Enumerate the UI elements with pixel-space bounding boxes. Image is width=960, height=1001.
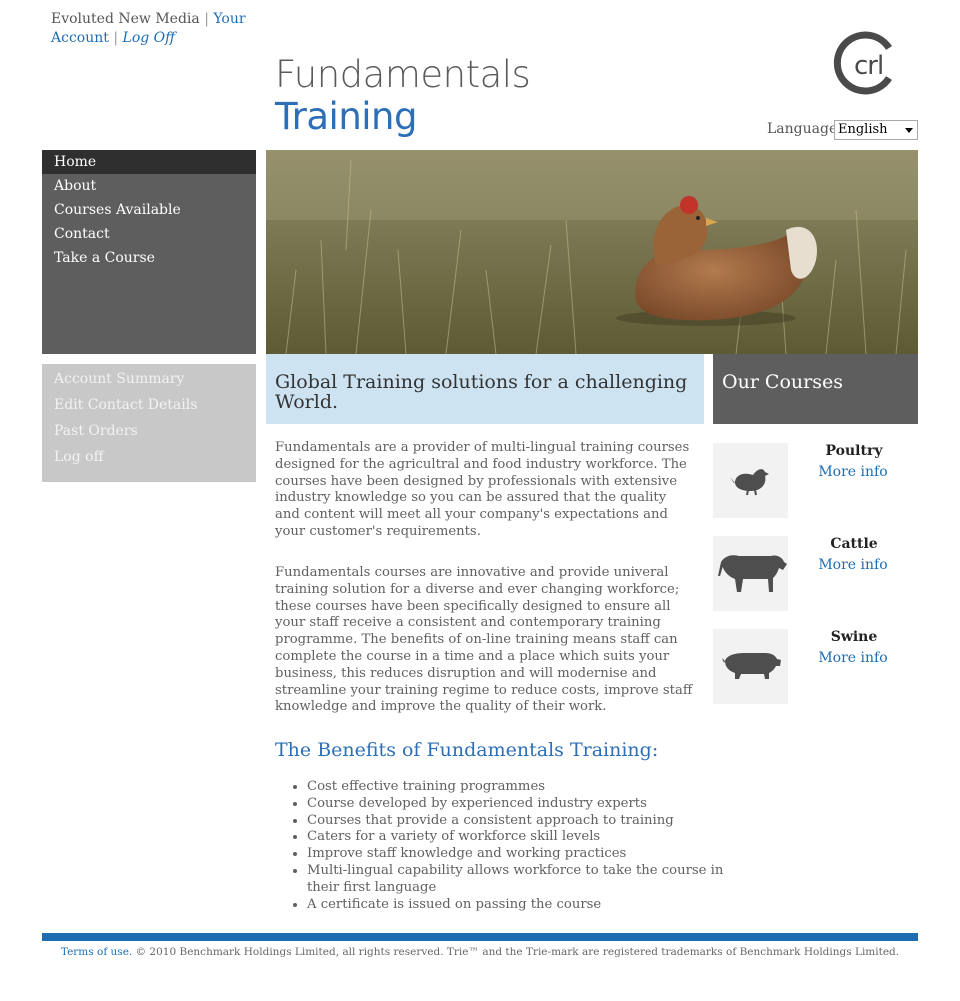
nav-item-about[interactable]: About bbox=[42, 174, 256, 198]
site-name: Evoluted New Media bbox=[51, 11, 200, 27]
crl-logo[interactable]: crl bbox=[833, 30, 899, 96]
course-name-swine: Swine bbox=[830, 629, 878, 645]
account-item-past-orders[interactable]: Past Orders bbox=[42, 418, 256, 444]
list-item: Caters for a variety of workforce skill … bbox=[307, 829, 737, 846]
intro-paragraph: Fundamentals are a provider of multi-lin… bbox=[275, 440, 690, 539]
account-item-log-off[interactable]: Log off bbox=[42, 444, 256, 470]
logo-text: crl bbox=[854, 51, 883, 81]
nav-item-take-a-course[interactable]: Take a Course bbox=[42, 246, 256, 270]
swine-thumbnail[interactable] bbox=[713, 629, 788, 704]
hero-image bbox=[266, 150, 918, 354]
more-info-link-poultry[interactable]: More info bbox=[790, 464, 916, 480]
cattle-thumbnail[interactable] bbox=[713, 536, 788, 611]
more-info-link-cattle[interactable]: More info bbox=[790, 557, 916, 573]
nav-item-home[interactable]: Home bbox=[42, 150, 256, 174]
main-nav: Home About Courses Available Contact Tak… bbox=[42, 150, 256, 354]
user-bar: Evoluted New Media | Your Account | Log … bbox=[51, 10, 251, 48]
our-courses-title: Our Courses bbox=[722, 371, 843, 393]
detail-paragraph: Fundamentals courses are innovative and … bbox=[275, 565, 693, 715]
separator: | bbox=[113, 30, 119, 46]
poultry-thumbnail[interactable] bbox=[713, 443, 788, 518]
copyright-text: © 2010 Benchmark Holdings Limited, all r… bbox=[135, 946, 900, 958]
benefits-heading: The Benefits of Fundamentals Training: bbox=[275, 739, 659, 761]
headline-box: Global Training solutions for a challeng… bbox=[266, 354, 704, 424]
terms-of-use-link[interactable]: Terms of use. bbox=[61, 946, 132, 958]
footer: Terms of use. © 2010 Benchmark Holdings … bbox=[42, 946, 918, 958]
language-select[interactable]: English bbox=[834, 120, 918, 140]
headline-text: Global Training solutions for a challeng… bbox=[275, 371, 688, 413]
list-item: Multi-lingual capability allows workforc… bbox=[307, 863, 737, 897]
chicken-icon bbox=[730, 469, 769, 496]
list-item: Courses that provide a consistent approa… bbox=[307, 813, 737, 830]
separator: | bbox=[204, 11, 209, 27]
list-item: Course developed by experienced industry… bbox=[307, 796, 737, 813]
cow-icon bbox=[718, 555, 787, 592]
pig-icon bbox=[722, 653, 781, 679]
our-courses-header: Our Courses bbox=[713, 354, 918, 424]
language-label: Language bbox=[767, 121, 838, 137]
nav-item-contact[interactable]: Contact bbox=[42, 222, 256, 246]
course-name-poultry: Poultry bbox=[825, 443, 883, 459]
course-name-cattle: Cattle bbox=[830, 536, 878, 552]
chevron-down-icon bbox=[905, 128, 913, 133]
benefits-list: Cost effective training programmes Cours… bbox=[275, 779, 737, 913]
more-info-link-swine[interactable]: More info bbox=[790, 650, 916, 666]
nav-item-courses-available[interactable]: Courses Available bbox=[42, 198, 256, 222]
account-item-edit-contact[interactable]: Edit Contact Details bbox=[42, 392, 256, 418]
site-title-line1: Fundamentals bbox=[275, 53, 531, 96]
language-value: English bbox=[838, 122, 888, 137]
footer-divider bbox=[42, 933, 918, 941]
account-item-summary[interactable]: Account Summary bbox=[42, 366, 256, 392]
list-item: A certificate is issued on passing the c… bbox=[307, 897, 737, 914]
log-off-link[interactable]: Log Off bbox=[123, 30, 176, 46]
account-nav: Account Summary Edit Contact Details Pas… bbox=[42, 364, 256, 482]
list-item: Cost effective training programmes bbox=[307, 779, 737, 796]
list-item: Improve staff knowledge and working prac… bbox=[307, 846, 737, 863]
site-title-line2: Training bbox=[275, 95, 418, 138]
